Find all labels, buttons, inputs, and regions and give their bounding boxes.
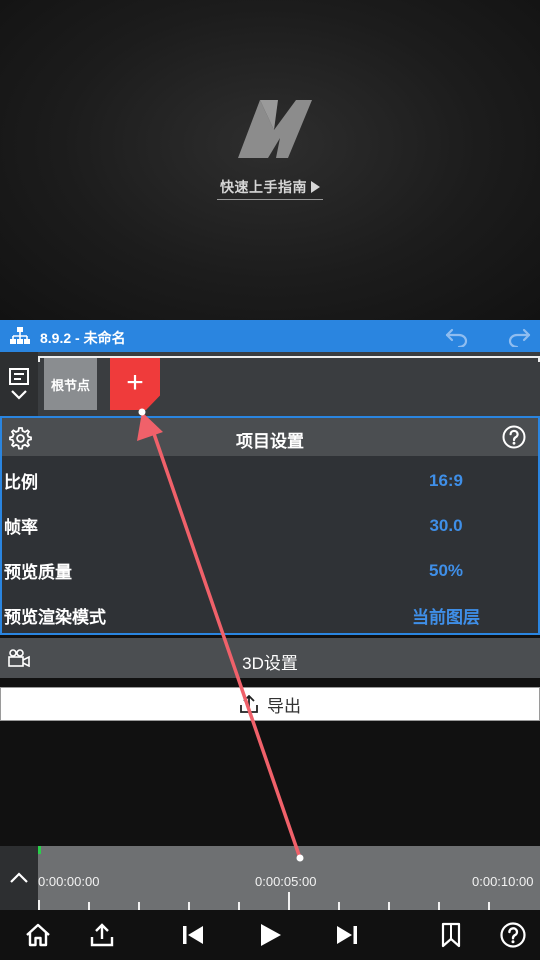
add-node-button[interactable]: +: [110, 358, 160, 410]
setting-label: 预览质量: [4, 563, 72, 582]
home-icon[interactable]: [25, 922, 51, 948]
help-icon[interactable]: [502, 425, 526, 449]
setting-label: 比例: [4, 473, 38, 492]
setting-value[interactable]: 30.0: [382, 516, 510, 536]
timeline-time-label: 0:00:05:00: [255, 874, 317, 889]
node-bar: 根节点 +: [0, 352, 540, 416]
setting-value[interactable]: 16:9: [382, 471, 510, 491]
node-tree-icon[interactable]: [9, 326, 31, 346]
skip-forward-icon[interactable]: [334, 922, 360, 948]
setting-value[interactable]: 当前图层: [382, 603, 510, 628]
upload-icon: [240, 695, 258, 713]
root-node-label: 根节点: [50, 377, 90, 393]
setting-value[interactable]: 50%: [382, 561, 510, 581]
redo-icon[interactable]: [506, 325, 532, 347]
skip-back-icon[interactable]: [180, 922, 206, 948]
export-label: 导出: [267, 696, 301, 716]
header-bar: 8.9.2 - 未命名: [0, 320, 540, 352]
help-icon[interactable]: [500, 922, 526, 948]
ruler-tick: [288, 892, 290, 910]
share-icon[interactable]: [89, 922, 115, 948]
setting-row-aspect-ratio[interactable]: 比例 16:9: [2, 458, 538, 503]
quick-start-guide-link[interactable]: 快速上手指南: [217, 175, 323, 200]
timeline[interactable]: 0:00:00:00 0:00:05:00 0:00:10:00: [0, 846, 540, 910]
undo-icon[interactable]: [444, 325, 470, 347]
bottom-toolbar: [0, 910, 540, 960]
ruler-tick: [88, 902, 90, 910]
guide-label: 快速上手指南: [220, 179, 307, 195]
ruler-tick: [188, 902, 190, 910]
3d-settings-button[interactable]: 3D设置: [0, 638, 540, 678]
ruler-tick: [338, 902, 340, 910]
plus-icon: +: [126, 366, 144, 399]
panel-title: 项目设置: [236, 432, 304, 451]
project-title: 8.9.2 - 未命名: [40, 330, 126, 346]
ruler-tick: [438, 902, 440, 910]
timeline-time-label: 0:00:10:00: [472, 874, 534, 889]
preview-canvas[interactable]: 快速上手指南: [0, 0, 540, 320]
play-icon[interactable]: [257, 922, 283, 948]
setting-label: 预览渲染模式: [4, 608, 106, 627]
setting-row-preview-quality[interactable]: 预览质量 50%: [2, 548, 538, 593]
ruler-tick: [388, 902, 390, 910]
ruler-tick: [38, 900, 40, 910]
setting-row-frame-rate[interactable]: 帧率 30.0: [2, 503, 538, 548]
bookmark-icon[interactable]: [438, 922, 464, 948]
list-collapse-icon: [9, 368, 29, 400]
export-button[interactable]: 导出: [0, 687, 540, 721]
setting-label: 帧率: [4, 518, 38, 537]
project-settings-panel: 项目设置 比例 16:9 帧率 30.0 预览质量 50% 预览渲染模式 当前图…: [0, 416, 540, 635]
ruler-tick: [138, 902, 140, 910]
ruler-tick: [238, 902, 240, 910]
setting-row-preview-render-mode[interactable]: 预览渲染模式 当前图层: [2, 593, 538, 638]
app-logo-icon: [238, 100, 312, 158]
chevron-up-icon: [10, 872, 28, 883]
ruler-tick: [488, 902, 490, 910]
play-triangle-icon: [311, 181, 320, 193]
timeline-time-label: 0:00:00:00: [38, 874, 100, 889]
root-node[interactable]: 根节点: [44, 358, 97, 410]
project-settings-header: 项目设置: [2, 418, 538, 456]
playhead-marker[interactable]: [38, 846, 41, 854]
timeline-toggle[interactable]: [0, 846, 38, 910]
3d-settings-label: 3D设置: [242, 654, 298, 673]
node-panel-toggle[interactable]: [0, 352, 38, 416]
timeline-ruler[interactable]: 0:00:00:00 0:00:05:00 0:00:10:00: [38, 846, 540, 910]
